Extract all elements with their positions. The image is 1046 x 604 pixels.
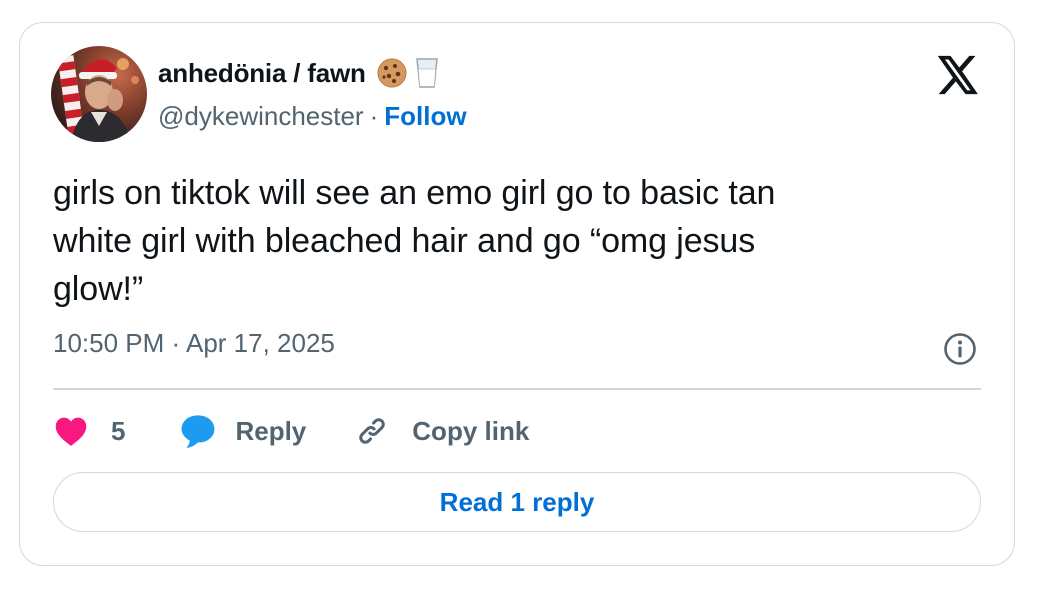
timestamp[interactable]: 10:50 PM · Apr 17, 2025	[53, 328, 335, 359]
link-icon	[359, 418, 386, 444]
cookie-emoji	[376, 57, 408, 89]
follow-button[interactable]: Follow	[384, 101, 466, 132]
like-count: 5	[111, 415, 126, 446]
tweet-date: Apr 17, 2025	[186, 328, 335, 358]
avatar[interactable]	[51, 46, 147, 142]
separator-dot: ·	[369, 101, 379, 131]
tweet-text-line: white girl with bleached hair and go “om…	[53, 222, 756, 260]
action-bar: 5 Reply Copy link	[53, 411, 529, 451]
copy-link-label: Copy link	[412, 415, 530, 446]
like-button[interactable]: 5	[53, 415, 125, 447]
milk-glass-emoji	[414, 57, 440, 89]
tweet-card: anhedönia / fawn @dykewinchester · Follo…	[19, 22, 1015, 566]
divider	[53, 388, 981, 390]
speech-bubble-icon	[182, 415, 215, 449]
display-name-row: anhedönia / fawn	[158, 56, 440, 90]
info-icon[interactable]	[942, 331, 978, 367]
user-handle[interactable]: @dykewinchester	[158, 101, 364, 132]
heart-icon	[55, 417, 87, 446]
tweet-time: 10:50 PM	[53, 328, 165, 358]
tweet-text-line: glow!”	[53, 270, 144, 308]
display-name[interactable]: anhedönia / fawn	[158, 58, 366, 89]
handle-row: @dykewinchester · Follow	[158, 101, 467, 132]
tweet-text-line: girls on tiktok will see an emo girl go …	[53, 174, 776, 212]
read-replies-button[interactable]: Read 1 reply	[53, 472, 981, 532]
copy-link-button[interactable]: Copy link	[354, 413, 529, 449]
x-logo-icon[interactable]	[936, 55, 980, 95]
avatar-photo	[51, 46, 147, 142]
read-replies-label: Read 1 reply	[439, 486, 595, 517]
separator-dot: ·	[171, 328, 181, 358]
reply-label: Reply	[235, 415, 307, 446]
tweet-text: girls on tiktok will see an emo girl go …	[53, 169, 953, 313]
reply-button[interactable]: Reply	[179, 413, 306, 449]
